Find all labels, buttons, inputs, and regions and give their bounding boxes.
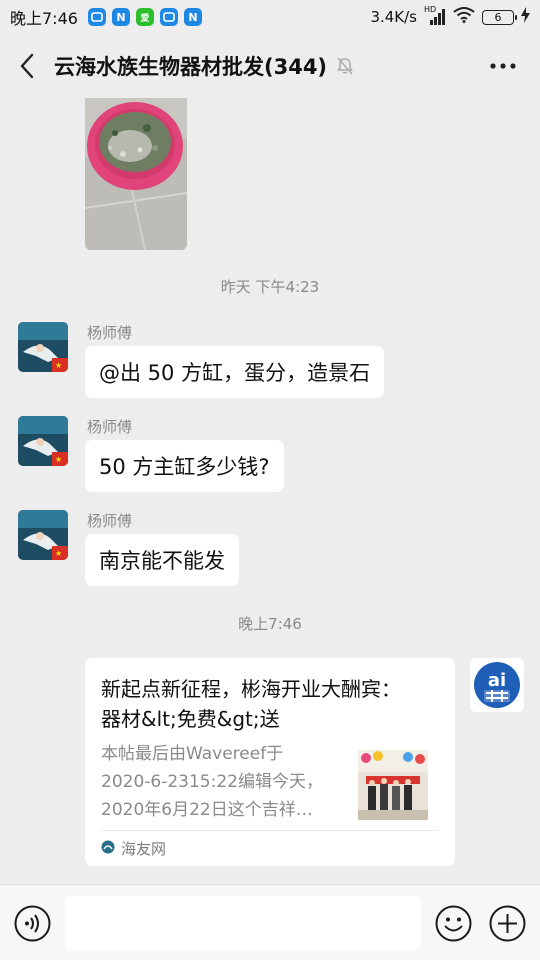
app-notification-icon <box>87 8 106 26</box>
chat-title: 云海水族生物器材批发(344) <box>54 55 328 79</box>
card-title-line: 器材&lt;免费&gt;送 <box>101 707 280 731</box>
message-list[interactable]: 昨天 下午4:23 ★ 杨师傅 @出 50 方缸，蛋分，造景石 ★ 杨师傅 50… <box>0 98 540 884</box>
card-title: 新起点新征程，彬海开业大酬宾： 器材&lt;免费&gt;送 <box>101 674 439 734</box>
app-notification-icon <box>159 8 178 26</box>
plus-icon <box>489 905 526 942</box>
network-speed: 3.4K/s <box>370 8 417 26</box>
source-logo-icon <box>101 840 115 858</box>
timestamp: 昨天 下午4:23 <box>220 278 320 296</box>
svg-text:★: ★ <box>55 361 62 370</box>
sender-name: 杨师傅 <box>87 418 133 436</box>
card-desc-line: 2020年6月22日这个吉祥… <box>101 800 313 820</box>
message-bubble[interactable]: 南京能不能发 <box>85 534 239 586</box>
status-time: 晚上7:46 <box>10 9 78 28</box>
sender-name: 杨师傅 <box>87 512 133 530</box>
card-description: 本帖最后由Wavereef于 2020-6-2315:22编辑今天， 2020年… <box>101 740 346 824</box>
voice-icon <box>14 905 51 942</box>
image-message[interactable] <box>85 98 187 250</box>
card-title-line: 新起点新征程，彬海开业大酬宾： <box>101 677 401 701</box>
input-bar <box>0 884 540 960</box>
timestamp: 晚上7:46 <box>238 615 302 633</box>
svg-text:★: ★ <box>55 455 62 464</box>
back-button[interactable] <box>0 34 54 98</box>
avatar[interactable]: ★ <box>18 322 68 372</box>
more-dots-icon <box>490 63 516 69</box>
signal-icon: HD <box>424 5 446 25</box>
status-left: 晚上7:46 N 爱 N <box>10 5 202 29</box>
card-source: 海友网 <box>121 840 167 858</box>
hd-label: HD <box>424 5 437 14</box>
card-thumbnail <box>358 750 428 820</box>
message-input[interactable] <box>65 896 421 950</box>
card-footer: 海友网 <box>101 830 439 866</box>
mute-bell-icon <box>335 56 355 76</box>
my-avatar[interactable]: ai <box>470 658 524 712</box>
status-right: 3.4K/s HD 6 <box>370 5 530 27</box>
card-desc-line: 本帖最后由Wavereef于 <box>101 744 284 764</box>
message-bubble[interactable]: @出 50 方缸，蛋分，造景石 <box>85 346 385 398</box>
avatar[interactable]: ★ <box>18 416 68 466</box>
chat-screen: 晚上7:46 N 爱 N 3.4K/s HD 6 云海水族生物器材批发(344)… <box>0 0 540 960</box>
status-bar: 晚上7:46 N 爱 N 3.4K/s HD 6 <box>0 0 540 34</box>
card-desc-line: 2020-6-2315:22编辑今天， <box>101 772 323 792</box>
more-options-button[interactable] <box>488 54 518 78</box>
app-notification-icon: 爱 <box>135 8 154 26</box>
chat-header: 云海水族生物器材批发(344) <box>0 34 540 98</box>
svg-text:★: ★ <box>55 549 62 558</box>
voice-button[interactable] <box>14 905 51 942</box>
message-bubble[interactable]: 50 方主缸多少钱? <box>85 440 284 492</box>
battery-icon: 6 <box>482 9 517 25</box>
avatar[interactable]: ★ <box>18 510 68 560</box>
back-arrow-icon <box>20 53 34 79</box>
emoji-button[interactable] <box>435 905 472 942</box>
wifi-icon <box>453 7 475 27</box>
link-card-message[interactable]: 新起点新征程，彬海开业大酬宾： 器材&lt;免费&gt;送 本帖最后由Waver… <box>85 658 455 866</box>
app-notification-icon: N <box>183 8 202 26</box>
app-notification-icon: N <box>111 8 130 26</box>
sender-name: 杨师傅 <box>87 324 133 342</box>
avatar-text: ai <box>488 670 506 691</box>
more-functions-button[interactable] <box>489 905 526 942</box>
battery-level: 6 <box>494 10 502 24</box>
emoji-icon <box>435 905 472 942</box>
charging-icon <box>521 7 530 27</box>
card-body: 本帖最后由Wavereef于 2020-6-2315:22编辑今天， 2020年… <box>101 740 439 824</box>
